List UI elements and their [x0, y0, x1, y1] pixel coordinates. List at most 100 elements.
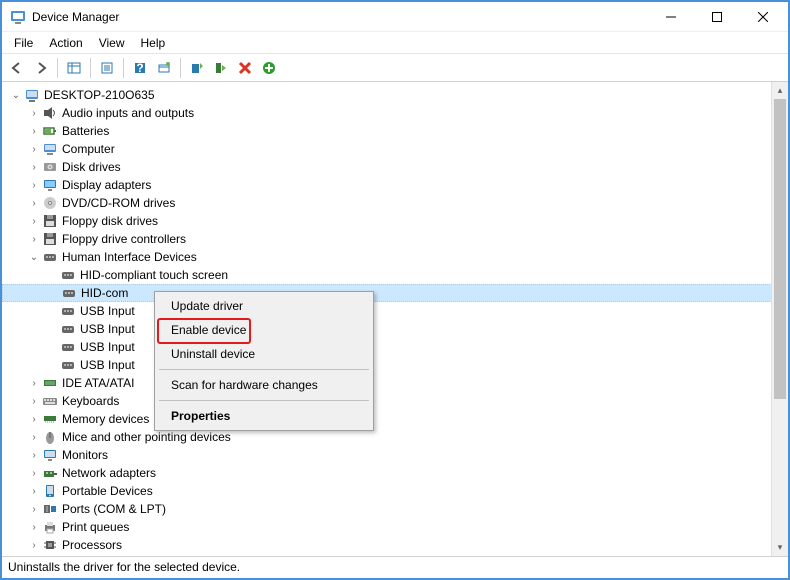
chevron-right-icon[interactable]: › — [28, 108, 40, 119]
menu-help[interactable]: Help — [133, 34, 174, 52]
cpu-icon — [42, 537, 58, 553]
tree-category-network[interactable]: ›Network adapters — [2, 464, 788, 482]
scroll-down-icon[interactable]: ▾ — [772, 539, 788, 556]
floppy-icon — [42, 231, 58, 247]
menu-file[interactable]: File — [6, 34, 41, 52]
tree-item-label: Ports (COM & LPT) — [62, 502, 166, 516]
chevron-down-icon[interactable]: ⌄ — [28, 252, 40, 263]
tree-item-label: HID-compliant touch screen — [80, 268, 228, 282]
tree-category-audio[interactable]: ›Audio inputs and outputs — [2, 104, 788, 122]
tree-category-cpu[interactable]: › Processors — [2, 536, 788, 554]
chevron-right-icon[interactable]: › — [28, 144, 40, 155]
close-button[interactable] — [740, 2, 786, 31]
menu-action[interactable]: Action — [41, 34, 90, 52]
tree-category-ide[interactable]: ›IDE ATA/ATAI — [2, 374, 788, 392]
chevron-right-icon[interactable]: › — [28, 468, 40, 479]
uninstall-device-button[interactable] — [234, 57, 256, 79]
vertical-scrollbar[interactable]: ▴ ▾ — [771, 82, 788, 556]
hid-icon — [60, 357, 76, 373]
chevron-right-icon[interactable]: › — [28, 504, 40, 515]
keyboard-icon — [42, 393, 58, 409]
forward-button[interactable] — [30, 57, 52, 79]
scroll-thumb[interactable] — [774, 99, 786, 399]
tree-category-battery[interactable]: › Batteries — [2, 122, 788, 140]
maximize-button[interactable] — [694, 2, 740, 31]
tree-category-ports[interactable]: › Ports (COM & LPT) — [2, 500, 788, 518]
context-menu-separator — [159, 369, 369, 370]
chevron-right-icon[interactable]: › — [28, 234, 40, 245]
tree-item-label: Memory devices — [62, 412, 149, 426]
tree-category-disk[interactable]: ›Disk drives — [2, 158, 788, 176]
tree-device[interactable]: ›USB Input — [2, 356, 788, 374]
tree-category-mouse[interactable]: ›Mice and other pointing devices — [2, 428, 788, 446]
chevron-right-icon[interactable]: › — [28, 450, 40, 461]
tree-container: ⌄DESKTOP-210O635›Audio inputs and output… — [2, 82, 788, 556]
context-menu-item[interactable]: Properties — [157, 404, 371, 428]
chevron-right-icon[interactable]: › — [28, 180, 40, 191]
add-legacy-button[interactable] — [258, 57, 280, 79]
chevron-right-icon[interactable]: › — [28, 378, 40, 389]
audio-icon — [42, 105, 58, 121]
tree-item-label: Keyboards — [62, 394, 119, 408]
tree-item-label: DVD/CD-ROM drives — [62, 196, 175, 210]
chevron-right-icon[interactable]: › — [28, 126, 40, 137]
device-tree[interactable]: ⌄DESKTOP-210O635›Audio inputs and output… — [2, 82, 788, 556]
menu-view[interactable]: View — [91, 34, 133, 52]
chevron-right-icon[interactable]: › — [28, 162, 40, 173]
tree-category-floppy[interactable]: › Floppy drive controllers — [2, 230, 788, 248]
computer-icon — [42, 141, 58, 157]
chevron-right-icon[interactable]: › — [28, 216, 40, 227]
status-bar: Uninstalls the driver for the selected d… — [2, 556, 788, 578]
tree-device[interactable]: ›USB Input — [2, 338, 788, 356]
tree-category-display[interactable]: › Display adapters — [2, 176, 788, 194]
tree-item-label: Display adapters — [62, 178, 151, 192]
tree-category-portable[interactable]: ›Portable Devices — [2, 482, 788, 500]
tree-category-computer[interactable]: ›Computer — [2, 140, 788, 158]
memory-icon — [42, 411, 58, 427]
hid-icon — [60, 321, 76, 337]
menubar: File Action View Help — [2, 32, 788, 54]
chevron-right-icon[interactable]: › — [28, 486, 40, 497]
enable-device-button[interactable] — [210, 57, 232, 79]
chevron-right-icon[interactable]: › — [28, 432, 40, 443]
tree-category-hid[interactable]: ⌄Human Interface Devices — [2, 248, 788, 266]
update-driver-button[interactable] — [186, 57, 208, 79]
tree-category-floppy[interactable]: › Floppy disk drives — [2, 212, 788, 230]
properties-button[interactable] — [96, 57, 118, 79]
tree-device[interactable]: ›HID-compliant touch screen — [2, 266, 788, 284]
tree-item-label: USB Input — [80, 322, 135, 336]
help-button[interactable]: ? — [129, 57, 151, 79]
context-menu-item[interactable]: Scan for hardware changes — [157, 373, 371, 397]
tree-category-memory[interactable]: › Memory devices — [2, 410, 788, 428]
hid-icon — [61, 285, 77, 301]
tree-device[interactable]: ›HID-com — [2, 284, 788, 302]
context-menu-item[interactable]: Enable device — [157, 318, 371, 342]
scan-hardware-button[interactable] — [153, 57, 175, 79]
show-hide-tree-button[interactable] — [63, 57, 85, 79]
tree-item-label: Floppy disk drives — [62, 214, 158, 228]
context-menu-item[interactable]: Update driver — [157, 294, 371, 318]
tree-item-label: Batteries — [62, 124, 109, 138]
context-menu-item[interactable]: Uninstall device — [157, 342, 371, 366]
back-button[interactable] — [6, 57, 28, 79]
minimize-button[interactable] — [648, 2, 694, 31]
chevron-right-icon[interactable]: › — [28, 522, 40, 533]
tree-category-print[interactable]: ›Print queues — [2, 518, 788, 536]
tree-item-label: Processors — [62, 538, 122, 552]
scroll-up-icon[interactable]: ▴ — [772, 82, 788, 99]
chevron-right-icon[interactable]: › — [28, 414, 40, 425]
tree-category-monitor[interactable]: ›Monitors — [2, 446, 788, 464]
tree-item-label: Floppy drive controllers — [62, 232, 186, 246]
tree-root[interactable]: ⌄DESKTOP-210O635 — [2, 86, 788, 104]
chevron-down-icon[interactable]: ⌄ — [10, 90, 22, 101]
chevron-right-icon[interactable]: › — [28, 396, 40, 407]
tree-item-label: USB Input — [80, 340, 135, 354]
tree-device[interactable]: ›USB Input — [2, 302, 788, 320]
tree-category-keyboard[interactable]: › Keyboards — [2, 392, 788, 410]
tree-device[interactable]: ›USB Input — [2, 320, 788, 338]
tree-item-label: USB Input — [80, 304, 135, 318]
battery-icon — [42, 123, 58, 139]
tree-category-dvd[interactable]: › DVD/CD-ROM drives — [2, 194, 788, 212]
chevron-right-icon[interactable]: › — [28, 540, 40, 551]
chevron-right-icon[interactable]: › — [28, 198, 40, 209]
